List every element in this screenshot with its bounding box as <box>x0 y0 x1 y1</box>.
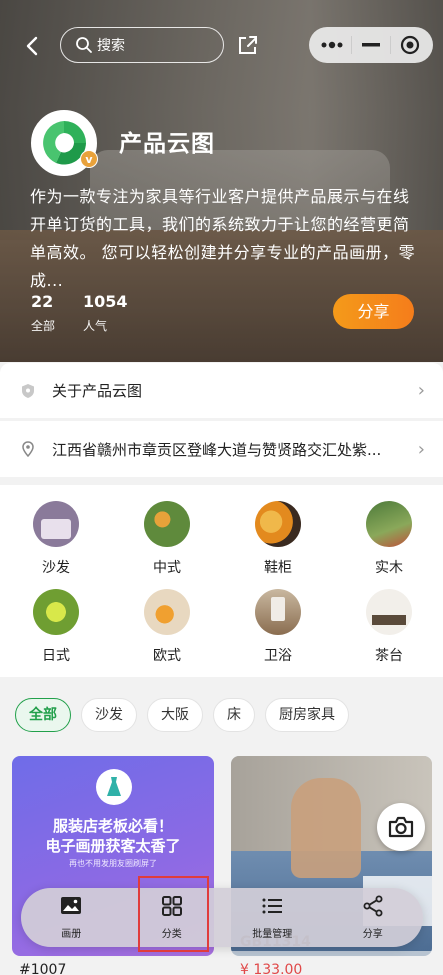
category-thumb <box>366 589 412 635</box>
chevron-left-icon <box>26 36 38 56</box>
category-thumb <box>144 501 190 547</box>
tab-category[interactable]: 分类 <box>122 895 223 940</box>
promo-line-2: 电子画册获客太香了 <box>45 837 181 855</box>
minimize-button[interactable] <box>357 35 385 55</box>
camera-button[interactable] <box>377 803 425 851</box>
chevron-right-icon: › <box>417 438 425 460</box>
search-placeholder: 搜索 <box>97 38 125 54</box>
promo-line-1: 服装店老板必看！ <box>52 817 173 835</box>
stat-popularity-number: 1054 <box>83 292 128 311</box>
tab-album-label: 画册 <box>61 929 82 940</box>
tag-all[interactable]: 全部 <box>15 698 71 732</box>
category-label: 中式 <box>153 560 181 576</box>
category-thumb <box>144 589 190 635</box>
category-label: 实木 <box>375 560 403 576</box>
category-thumb <box>366 501 412 547</box>
category-item-shoe-cabinet[interactable]: 鞋柜 <box>248 501 308 577</box>
category-label: 沙发 <box>42 560 70 576</box>
category-label: 茶台 <box>375 648 403 664</box>
category-item-chinese[interactable]: 中式 <box>137 501 197 577</box>
close-capsule-button[interactable] <box>396 35 424 55</box>
image-icon <box>61 897 82 914</box>
share-button[interactable]: 分享 <box>333 294 414 329</box>
brand-name: 产品云图 <box>119 131 215 157</box>
stat-total-label: 全部 <box>31 319 56 333</box>
about-label: 关于产品云图 <box>52 382 143 400</box>
chevron-right-icon: › <box>417 380 425 401</box>
category-item-sofa[interactable]: 沙发 <box>26 501 86 577</box>
dress-icon <box>96 769 132 805</box>
about-row[interactable]: 关于产品云图 › <box>0 363 443 418</box>
category-item-solid-wood[interactable]: 实木 <box>359 501 419 577</box>
tag-bed[interactable]: 床 <box>213 698 255 732</box>
tab-share[interactable]: 分享 <box>323 895 424 940</box>
tag-kitchen[interactable]: 厨房家具 <box>265 698 349 732</box>
filter-tag-bar: 全部 沙发 大阪 床 厨房家具 <box>0 689 443 741</box>
category-thumb <box>33 589 79 635</box>
location-pin-icon <box>22 441 34 457</box>
category-label: 鞋柜 <box>264 560 292 576</box>
product-photo <box>291 778 361 878</box>
floating-tab-bar: 画册 分类 批量管理 分享 <box>21 888 423 947</box>
back-button[interactable] <box>22 34 44 58</box>
tab-batch-manage-label: 批量管理 <box>252 929 293 940</box>
verified-badge: v <box>80 150 98 168</box>
stat-total-number: 22 <box>31 292 54 311</box>
search-input[interactable]: 搜索 <box>60 27 224 63</box>
category-thumb <box>255 589 301 635</box>
category-item-bathroom[interactable]: 卫浴 <box>248 589 308 665</box>
more-dots-icon <box>321 41 343 49</box>
category-label: 日式 <box>42 648 70 664</box>
category-item-european[interactable]: 欧式 <box>137 589 197 665</box>
tab-share-label: 分享 <box>362 929 383 940</box>
category-item-tea-table[interactable]: 茶台 <box>359 589 419 665</box>
camera-icon <box>388 816 414 838</box>
address-text: 江西省赣州市章贡区登峰大道与赞贤路交汇处紫... <box>52 440 382 459</box>
search-icon <box>76 37 92 53</box>
share-icon <box>363 895 383 917</box>
tab-category-label: 分类 <box>161 929 182 940</box>
minimize-icon <box>361 43 380 47</box>
target-close-icon <box>401 35 420 55</box>
product-id: #1007 <box>19 962 67 975</box>
category-grid: 沙发 中式 鞋柜 实木 日式 欧式 卫浴 茶台 <box>0 485 443 677</box>
tab-album[interactable]: 画册 <box>21 895 122 940</box>
shield-icon <box>22 383 34 398</box>
category-label: 卫浴 <box>264 648 292 664</box>
list-icon <box>262 898 283 914</box>
stat-total[interactable]: 22 全部 <box>31 292 55 334</box>
stat-popularity-label: 人气 <box>83 319 108 333</box>
more-button[interactable] <box>318 35 346 55</box>
tab-batch-manage[interactable]: 批量管理 <box>222 895 323 940</box>
brand-description: 作为一款专注为家具等行业客户提供产品展示与在线开单订货的工具，我们的系统致力于让… <box>30 187 416 290</box>
category-thumb <box>255 501 301 547</box>
share-export-icon <box>239 36 257 54</box>
address-row[interactable]: 江西省赣州市章贡区登峰大道与赞贤路交汇处紫... › <box>0 421 443 477</box>
promo-subtext: 再也不用发朋友圈刷屏了 <box>69 859 157 868</box>
tag-osaka[interactable]: 大阪 <box>147 698 203 732</box>
category-item-japanese[interactable]: 日式 <box>26 589 86 665</box>
share-page-button[interactable] <box>236 33 260 57</box>
product-price: ¥ 133.00 <box>240 962 303 975</box>
tag-sofa[interactable]: 沙发 <box>81 698 137 732</box>
mini-program-capsule <box>309 27 433 63</box>
category-thumb <box>33 501 79 547</box>
grid-icon <box>161 896 182 916</box>
category-label: 欧式 <box>153 648 181 664</box>
stat-popularity: 1054 人气 <box>83 292 128 334</box>
